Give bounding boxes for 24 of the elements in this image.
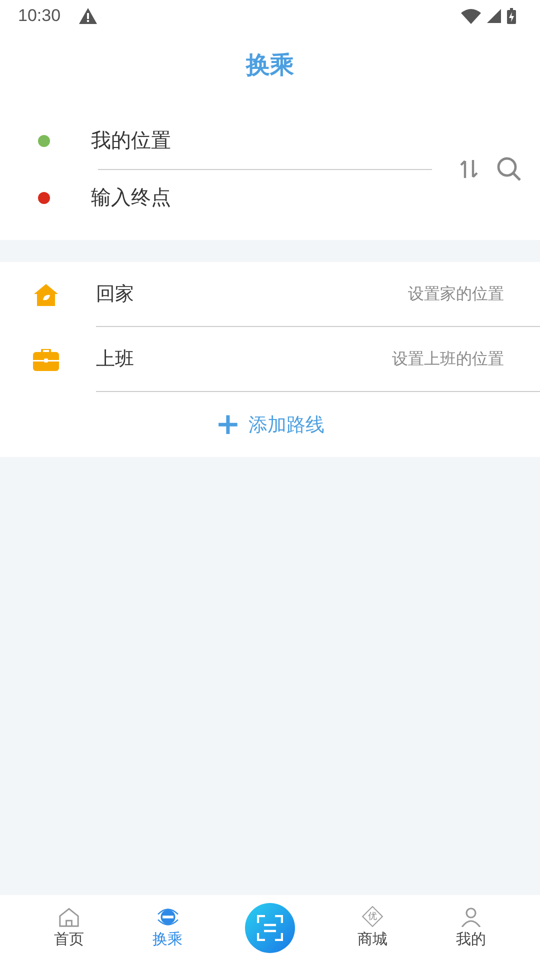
shortcut-label[interactable]: 上班 <box>96 346 134 372</box>
nav-tab[interactable]: 换乘 <box>146 906 189 948</box>
briefcase-icon <box>33 348 59 370</box>
search-icon[interactable] <box>496 156 522 182</box>
page-title: 换乘 <box>246 50 294 81</box>
globe-icon <box>156 906 179 926</box>
person-icon <box>460 906 482 926</box>
house-icon <box>58 906 80 926</box>
location-field[interactable]: 我的位置 <box>91 127 171 154</box>
signal-icon <box>487 9 501 23</box>
status-time: 10:30 <box>18 6 61 26</box>
nav-tab[interactable]: 首页 <box>48 906 90 948</box>
shortcut-hint: 设置家的位置 <box>408 284 504 304</box>
house-icon <box>34 284 58 306</box>
wifi-icon <box>461 8 481 24</box>
nav-tab[interactable]: 我的 <box>450 906 492 948</box>
warning-icon <box>78 8 97 24</box>
shortcut-label[interactable]: 回家 <box>96 281 134 307</box>
swap-icon[interactable] <box>458 158 480 180</box>
nav-tab[interactable]: 优 商城 <box>351 906 394 948</box>
scan-icon <box>256 914 283 940</box>
shortcut-hint: 设置上班的位置 <box>392 348 504 370</box>
battery-icon <box>507 8 516 24</box>
location-field[interactable]: 输入终点 <box>91 184 171 211</box>
